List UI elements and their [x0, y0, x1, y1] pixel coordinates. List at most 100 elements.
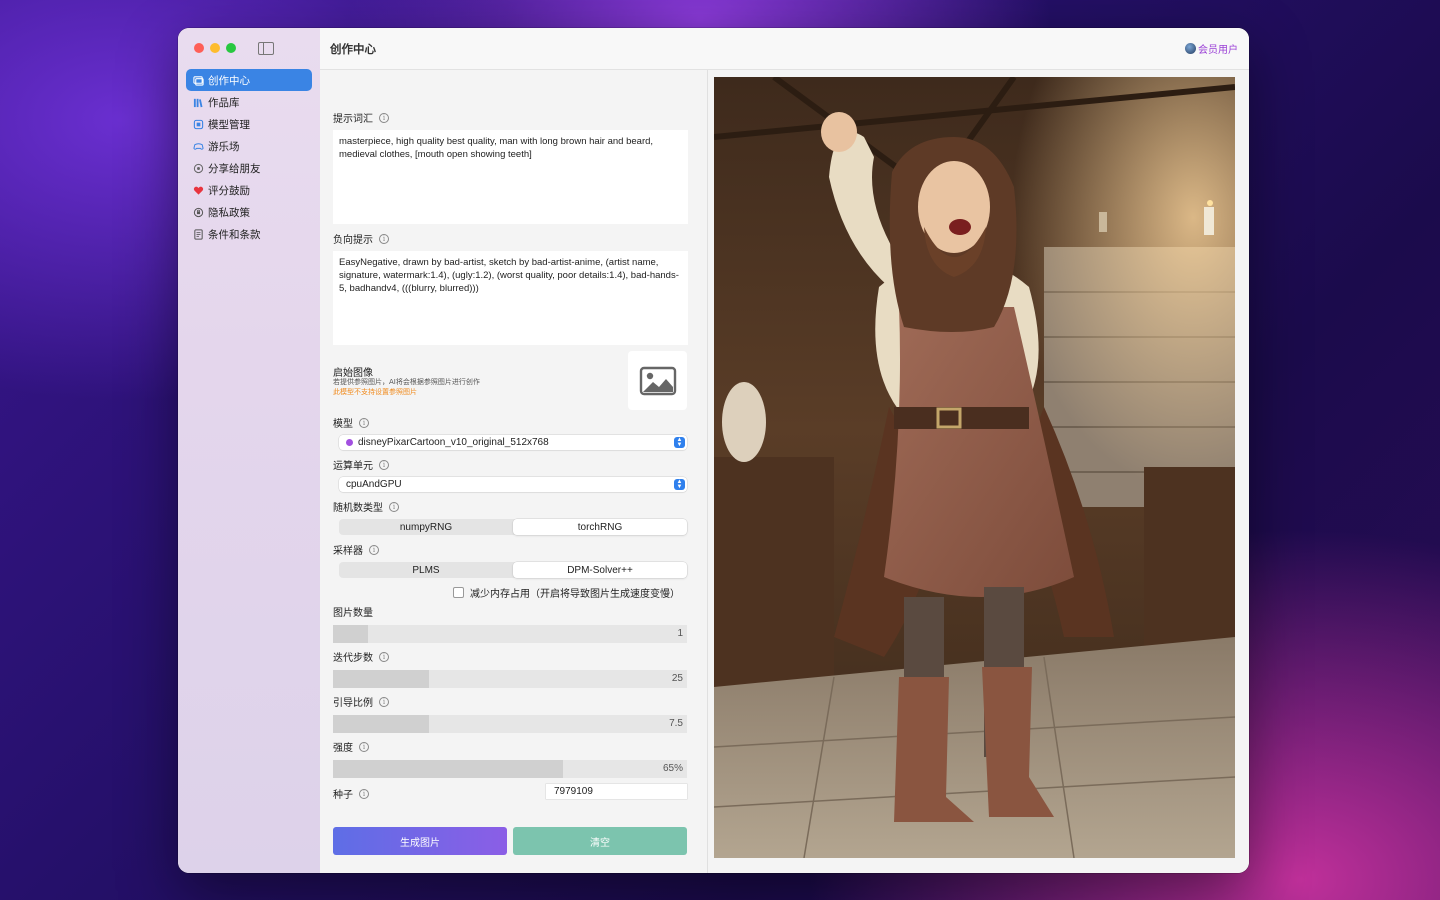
- seed-input[interactable]: 7979109: [546, 784, 687, 799]
- seed-label: 种子: [333, 790, 353, 801]
- strength-slider[interactable]: 65%: [333, 760, 687, 778]
- share-icon: [192, 162, 204, 174]
- shield-icon: [192, 206, 204, 218]
- sidebar-item-label: 分享给朋友: [208, 162, 261, 175]
- guidance-label: 引导比例: [333, 698, 373, 709]
- reduce-memory-label: 减少内存占用（开启将导致图片生成速度变慢）: [470, 589, 680, 600]
- sampler-label-row: 采样器 i: [333, 542, 379, 557]
- guidance-value: 7.5: [669, 718, 683, 729]
- count-slider[interactable]: 1: [333, 625, 687, 643]
- sidebar-item-label: 游乐场: [208, 140, 240, 153]
- sidebar-item-terms[interactable]: 条件和条款: [186, 223, 312, 245]
- info-icon[interactable]: i: [389, 501, 399, 512]
- maximize-window-button[interactable]: [226, 43, 236, 53]
- sidebar-toggle-icon[interactable]: [258, 42, 274, 55]
- guidance-label-row: 引导比例 i: [333, 694, 389, 709]
- steps-value: 25: [671, 673, 683, 684]
- strength-label-row: 强度 i: [333, 739, 369, 754]
- close-window-button[interactable]: [194, 43, 204, 53]
- chevron-updown-icon: ▲ ▼: [674, 437, 685, 448]
- rng-option-numpy[interactable]: numpyRNG: [339, 519, 513, 535]
- start-image-picker[interactable]: [628, 351, 687, 410]
- sidebar-nav: 创作中心 作品库 模型管理 游乐场 分享给朋友 评分鼓励 隐私政策 条件和条款: [186, 69, 312, 245]
- info-icon[interactable]: i: [379, 459, 389, 470]
- model-select-value: disneyPixarCartoon_v10_original_512x768: [358, 437, 549, 448]
- sidebar-item-label: 隐私政策: [208, 206, 250, 219]
- settings-panel: 提示词汇 i masterpiece, high quality best qu…: [320, 70, 708, 873]
- count-label: 图片数量: [333, 608, 373, 619]
- steps-label: 迭代步数: [333, 653, 373, 664]
- sampler-segmented-control: PLMS DPM-Solver++: [339, 562, 687, 578]
- heart-icon: [192, 184, 204, 196]
- negative-prompt-label: 负向提示: [333, 235, 373, 246]
- sidebar-item-models[interactable]: 模型管理: [186, 113, 312, 135]
- preview-panel: [708, 70, 1249, 873]
- strength-label: 强度: [333, 743, 353, 754]
- sidebar-item-library[interactable]: 作品库: [186, 91, 312, 113]
- sampler-label: 采样器: [333, 546, 363, 557]
- avatar: [1185, 43, 1196, 54]
- info-icon[interactable]: i: [379, 651, 389, 662]
- start-image-hint: 若提供参照图片，AI将会根据参照图片进行创作: [333, 378, 480, 386]
- compute-label: 运算单元: [333, 461, 373, 472]
- compute-select[interactable]: cpuAndGPU ▲ ▼: [339, 477, 687, 492]
- steps-label-row: 迭代步数 i: [333, 649, 389, 664]
- sampler-option-plms[interactable]: PLMS: [339, 562, 513, 578]
- clear-button[interactable]: 清空: [513, 827, 687, 855]
- sidebar-item-privacy[interactable]: 隐私政策: [186, 201, 312, 223]
- prompt-label: 提示词汇: [333, 114, 373, 125]
- negative-prompt-textarea[interactable]: EasyNegative, drawn by bad-artist, sketc…: [333, 251, 688, 345]
- reduce-memory-row[interactable]: 减少内存占用（开启将导致图片生成速度变慢）: [453, 585, 680, 600]
- info-icon[interactable]: i: [359, 417, 369, 428]
- rng-label-row: 随机数类型 i: [333, 499, 399, 514]
- gallery-icon: [192, 74, 204, 86]
- strength-value: 65%: [662, 763, 683, 774]
- info-icon[interactable]: i: [379, 696, 389, 707]
- gamepad-icon: [192, 140, 204, 152]
- slider-fill: [333, 715, 429, 733]
- negative-label-row: 负向提示 i: [333, 231, 389, 246]
- generated-image-illustration: [714, 77, 1235, 858]
- rng-option-torch[interactable]: torchRNG: [513, 519, 687, 535]
- reduce-memory-checkbox[interactable]: [453, 587, 464, 598]
- sidebar-item-rate[interactable]: 评分鼓励: [186, 179, 312, 201]
- sidebar-item-playground[interactable]: 游乐场: [186, 135, 312, 157]
- prompt-textarea[interactable]: masterpiece, high quality best quality, …: [333, 130, 688, 224]
- member-label: 会员用户: [1198, 45, 1238, 56]
- library-icon: [192, 96, 204, 108]
- info-icon[interactable]: i: [359, 788, 369, 799]
- info-icon[interactable]: i: [379, 233, 389, 244]
- sidebar-item-label: 创作中心: [208, 74, 250, 87]
- prompt-label-row: 提示词汇 i: [333, 110, 389, 125]
- chevron-updown-icon: ▲ ▼: [674, 479, 685, 490]
- sidebar-item-create[interactable]: 创作中心: [186, 69, 312, 91]
- count-value: 1: [677, 628, 683, 639]
- sidebar-item-label: 作品库: [208, 96, 240, 109]
- model-select[interactable]: disneyPixarCartoon_v10_original_512x768 …: [339, 435, 687, 450]
- model-icon: [192, 118, 204, 130]
- guidance-slider[interactable]: 7.5: [333, 715, 687, 733]
- info-icon[interactable]: i: [359, 741, 369, 752]
- sampler-option-dpm[interactable]: DPM-Solver++: [513, 562, 687, 578]
- seed-label-row: 种子 i: [333, 786, 369, 801]
- compute-select-value: cpuAndGPU: [346, 479, 402, 490]
- sidebar-item-share[interactable]: 分享给朋友: [186, 157, 312, 179]
- rng-segmented-control: numpyRNG torchRNG: [339, 519, 687, 535]
- titlebar: 创作中心 会员用户: [320, 28, 1249, 70]
- model-label: 模型: [333, 419, 353, 430]
- member-badge[interactable]: 会员用户: [1185, 41, 1238, 56]
- info-icon[interactable]: i: [379, 112, 389, 123]
- generated-image[interactable]: [714, 77, 1235, 858]
- app-window: 创作中心 作品库 模型管理 游乐场 分享给朋友 评分鼓励 隐私政策 条件和条款 …: [178, 28, 1249, 873]
- sidebar-item-label: 模型管理: [208, 118, 250, 131]
- info-icon[interactable]: i: [369, 544, 379, 555]
- model-label-row: 模型 i: [333, 415, 369, 430]
- steps-slider[interactable]: 25: [333, 670, 687, 688]
- slider-fill: [333, 625, 369, 643]
- slider-fill: [333, 760, 564, 778]
- minimize-window-button[interactable]: [210, 43, 220, 53]
- generate-button[interactable]: 生成图片: [333, 827, 507, 855]
- compute-label-row: 运算单元 i: [333, 457, 389, 472]
- rng-label: 随机数类型: [333, 503, 383, 514]
- start-image-warning: 此模型不支持设置参照图片: [333, 388, 417, 396]
